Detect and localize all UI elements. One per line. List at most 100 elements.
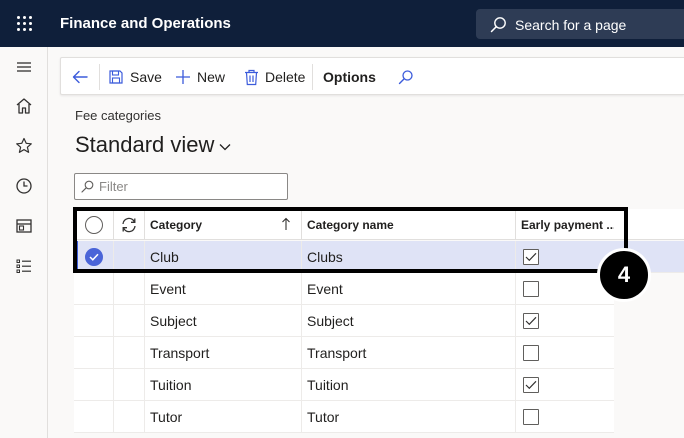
row-select-cell[interactable]	[74, 401, 114, 433]
select-all-header[interactable]	[74, 209, 114, 240]
cell-category-name-text: Clubs	[307, 249, 343, 265]
table-row[interactable]: Transport Transport	[74, 337, 614, 369]
cell-category[interactable]: Club	[145, 241, 302, 273]
early-payment-checkbox[interactable]	[523, 313, 539, 329]
cell-category-name[interactable]: Clubs	[302, 241, 516, 273]
row-spacer-cell	[114, 337, 145, 369]
view-selector[interactable]: Standard view	[75, 132, 231, 158]
chevron-down-icon	[219, 144, 231, 151]
star-icon[interactable]	[14, 136, 34, 156]
cell-category-name-text: Transport	[307, 345, 367, 361]
column-header-category-name-label: Category name	[307, 217, 394, 232]
early-payment-checkbox[interactable]	[523, 377, 539, 393]
cell-category[interactable]: Tutor	[145, 401, 302, 433]
column-header-early-payment-label: Early payment ...	[521, 217, 614, 232]
checkmark-icon	[525, 252, 537, 262]
early-payment-checkbox[interactable]	[523, 281, 539, 297]
cell-category-text: Tuition	[150, 377, 192, 393]
cell-category-text: Subject	[150, 313, 197, 329]
hamburger-icon[interactable]	[14, 57, 34, 77]
cell-early-payment[interactable]	[516, 305, 614, 337]
save-icon	[109, 70, 123, 84]
row-selected-radio[interactable]	[84, 248, 103, 266]
row-spacer-cell	[114, 369, 145, 401]
row-spacer-cell	[114, 305, 145, 337]
top-bar: Finance and Operations Search for a page	[0, 0, 684, 47]
cell-early-payment[interactable]	[516, 369, 614, 401]
cell-early-payment[interactable]	[516, 337, 614, 369]
left-navigation	[0, 47, 48, 438]
cell-category-text: Transport	[150, 345, 210, 361]
select-all-radio[interactable]	[84, 215, 103, 234]
delete-label: Delete	[265, 69, 306, 85]
table-row[interactable]: Subject Subject	[74, 305, 614, 337]
cell-category[interactable]: Tuition	[145, 369, 302, 401]
delete-button[interactable]: Delete	[244, 58, 305, 96]
table-row[interactable]: Club Clubs	[74, 241, 684, 273]
sort-ascending-icon	[282, 217, 290, 230]
row-select-cell[interactable]	[74, 369, 114, 401]
action-pane: Save New Delete Options	[60, 57, 684, 95]
cell-category-name-text: Tuition	[307, 377, 349, 393]
cell-category-text: Club	[150, 249, 179, 265]
column-header-category[interactable]: Category	[145, 209, 302, 240]
cell-category-name[interactable]: Subject	[302, 305, 516, 337]
breadcrumb[interactable]: Fee categories	[75, 108, 161, 123]
waffle-icon[interactable]	[17, 16, 33, 32]
refresh-icon[interactable]	[120, 216, 138, 234]
cell-category-text: Tutor	[150, 409, 183, 425]
checkmark-icon	[88, 253, 99, 261]
row-select-cell[interactable]	[74, 241, 114, 273]
toolbar-search-button[interactable]	[398, 58, 420, 96]
early-payment-checkbox[interactable]	[523, 345, 539, 361]
cell-category-name[interactable]: Event	[302, 273, 516, 305]
options-tab[interactable]: Options	[323, 58, 376, 96]
cell-category-name[interactable]: Tuition	[302, 369, 516, 401]
list-icon[interactable]	[14, 256, 34, 276]
back-button[interactable]	[71, 58, 95, 96]
checkmark-icon	[525, 316, 537, 326]
search-icon	[490, 17, 506, 33]
back-arrow-icon	[72, 70, 88, 84]
clock-icon[interactable]	[14, 176, 34, 196]
row-select-cell[interactable]	[74, 305, 114, 337]
search-icon	[81, 180, 94, 193]
workspace-icon[interactable]	[14, 216, 34, 236]
row-select-cell[interactable]	[74, 337, 114, 369]
cell-category[interactable]: Subject	[145, 305, 302, 337]
home-icon[interactable]	[14, 96, 34, 116]
filter-input[interactable]	[99, 177, 279, 196]
delete-icon	[245, 69, 258, 85]
toolbar-separator	[99, 64, 100, 90]
new-button[interactable]: New	[175, 58, 225, 96]
grid-header: Category Category name Early payment ...	[74, 209, 684, 240]
search-icon	[398, 70, 413, 85]
early-payment-checkbox[interactable]	[523, 249, 539, 265]
cell-early-payment[interactable]	[516, 401, 614, 433]
cell-category-name[interactable]: Tutor	[302, 401, 516, 433]
cell-category-name-text: Tutor	[307, 409, 340, 425]
row-spacer-cell	[114, 273, 145, 305]
table-row[interactable]: Tuition Tuition	[74, 369, 614, 401]
plus-icon	[176, 70, 190, 84]
cell-category[interactable]: Transport	[145, 337, 302, 369]
early-payment-checkbox[interactable]	[523, 409, 539, 425]
cell-category-name-text: Subject	[307, 313, 354, 329]
save-button[interactable]: Save	[108, 58, 162, 96]
global-search-box[interactable]: Search for a page	[476, 9, 684, 39]
cell-category-name-text: Event	[307, 281, 343, 297]
column-header-early-payment[interactable]: Early payment ...	[516, 209, 614, 240]
view-title: Standard view	[75, 132, 215, 157]
toolbar-separator	[312, 64, 313, 90]
row-spacer-cell	[114, 401, 145, 433]
table-row[interactable]: Event Event	[74, 273, 614, 305]
app-title[interactable]: Finance and Operations	[60, 15, 231, 32]
column-header-category-name[interactable]: Category name	[302, 209, 516, 240]
cell-category[interactable]: Event	[145, 273, 302, 305]
refresh-header[interactable]	[114, 209, 145, 240]
cell-category-name[interactable]: Transport	[302, 337, 516, 369]
row-spacer-cell	[114, 241, 145, 273]
table-row[interactable]: Tutor Tutor	[74, 401, 614, 433]
filter-box[interactable]	[74, 173, 288, 200]
row-select-cell[interactable]	[74, 273, 114, 305]
